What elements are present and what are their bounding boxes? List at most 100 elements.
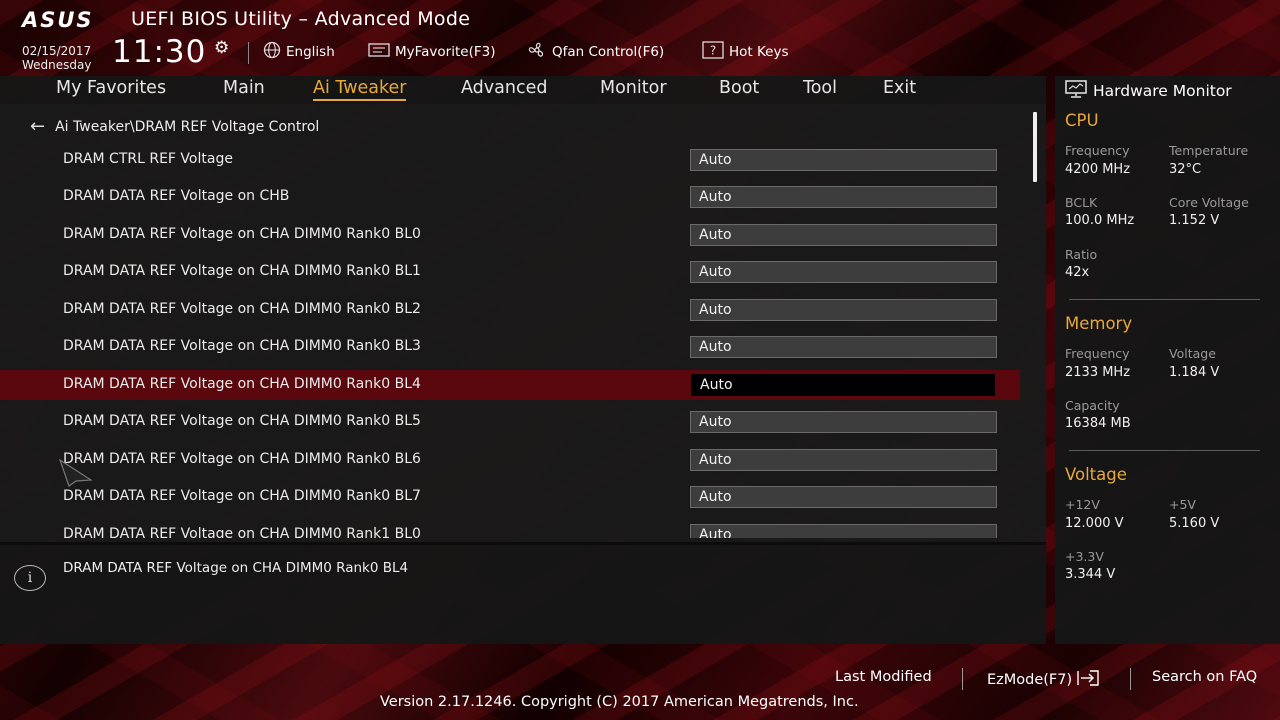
cpu-divider (1069, 299, 1260, 300)
back-arrow-icon[interactable]: ← (30, 116, 45, 137)
setting-label: DRAM DATA REF Voltage on CHA DIMM0 Rank0… (63, 413, 421, 429)
qfan-label: Qfan Control(F6) (552, 44, 665, 60)
hardware-monitor-panel: Hardware Monitor CPU Frequency Temperatu… (1055, 76, 1280, 644)
setting-label: DRAM DATA REF Voltage on CHA DIMM0 Rank1… (63, 526, 421, 538)
cpu-heading: CPU (1065, 111, 1099, 130)
setting-label: DRAM DATA REF Voltage on CHB (63, 188, 290, 204)
last-modified-label: Last Modified (835, 669, 932, 685)
cpu-temperature-value: 32°C (1169, 162, 1202, 177)
date-display: 02/15/2017 Wednesday (22, 44, 91, 72)
breadcrumb: ← Ai Tweaker\DRAM REF Voltage Control (30, 116, 319, 137)
setting-value-field[interactable]: Auto (690, 299, 997, 321)
footer-divider (1130, 668, 1131, 690)
settings-panel: ← Ai Tweaker\DRAM REF Voltage Control DR… (0, 104, 1046, 542)
setting-row-cha-rank0-bl1[interactable]: DRAM DATA REF Voltage on CHA DIMM0 Rank0… (0, 257, 1020, 287)
tab-my-favorites[interactable]: My Favorites (56, 78, 166, 98)
v12-label: +12V (1065, 497, 1100, 512)
memory-capacity-value: 16384 MB (1065, 416, 1131, 431)
setting-value-field[interactable]: Auto (690, 411, 997, 433)
hotkeys-button[interactable]: ? Hot Keys (702, 41, 789, 62)
hotkeys-label: Hot Keys (729, 44, 789, 60)
ezmode-button[interactable]: EzMode(F7) (987, 669, 1102, 691)
setting-row-cha-rank0-bl5[interactable]: DRAM DATA REF Voltage on CHA DIMM0 Rank0… (0, 407, 1020, 437)
hardware-monitor-title-text: Hardware Monitor (1093, 82, 1232, 100)
header-divider (248, 42, 249, 64)
setting-value-field[interactable]: Auto (690, 336, 997, 358)
setting-value-field[interactable]: Auto (690, 261, 997, 283)
qfan-control-button[interactable]: Qfan Control(F6) (527, 42, 664, 62)
help-panel: i DRAM DATA REF Voltage on CHA DIMM0 Ran… (0, 542, 1046, 644)
search-faq-button[interactable]: Search on FAQ (1152, 669, 1257, 685)
memory-divider (1069, 450, 1260, 451)
cpu-temperature-label: Temperature (1169, 143, 1249, 158)
main-menu-bar: My Favorites Main Ai Tweaker Advanced Mo… (0, 76, 1046, 104)
setting-value-field[interactable]: Auto (690, 186, 997, 208)
setting-label: DRAM CTRL REF Voltage (63, 151, 233, 167)
tab-ai-tweaker[interactable]: Ai Tweaker (313, 78, 407, 101)
memory-frequency-value: 2133 MHz (1065, 365, 1131, 380)
setting-row-cha-rank0-bl6[interactable]: DRAM DATA REF Voltage on CHA DIMM0 Rank0… (0, 445, 1020, 475)
settings-list: DRAM CTRL REF Voltage Auto DRAM DATA REF… (0, 142, 1022, 538)
setting-row-cha-rank1-bl0[interactable]: DRAM DATA REF Voltage on CHA DIMM0 Rank1… (0, 520, 1020, 538)
v33-label: +3.3V (1065, 549, 1104, 564)
gear-icon[interactable]: ⚙ (214, 38, 229, 58)
setting-label: DRAM DATA REF Voltage on CHA DIMM0 Rank0… (63, 451, 421, 467)
setting-value-field[interactable]: Auto (690, 224, 997, 246)
tab-main[interactable]: Main (223, 78, 265, 98)
tab-advanced[interactable]: Advanced (461, 78, 547, 98)
breadcrumb-path: Ai Tweaker\DRAM REF Voltage Control (55, 118, 320, 135)
cpu-frequency-label: Frequency (1065, 143, 1130, 158)
language-label: English (286, 44, 335, 60)
ratio-value: 42x (1065, 265, 1090, 280)
help-description: DRAM DATA REF Voltage on CHA DIMM0 Rank0… (63, 560, 409, 576)
last-modified-button[interactable]: Last Modified (835, 669, 932, 685)
tab-monitor[interactable]: Monitor (600, 78, 667, 98)
ezmode-label: EzMode(F7) (987, 672, 1073, 688)
language-button[interactable]: English (263, 41, 335, 63)
memory-voltage-value: 1.184 V (1169, 365, 1220, 380)
setting-value-field[interactable]: Auto (690, 449, 997, 471)
monitor-icon (1065, 80, 1087, 102)
tab-tool[interactable]: Tool (803, 78, 837, 98)
setting-value-field[interactable]: Auto (690, 149, 997, 171)
clock[interactable]: 11:30 (112, 34, 206, 70)
footer-divider (962, 668, 963, 690)
setting-row-cha-rank0-bl2[interactable]: DRAM DATA REF Voltage on CHA DIMM0 Rank0… (0, 295, 1020, 325)
memory-heading: Memory (1065, 314, 1133, 333)
setting-label: DRAM DATA REF Voltage on CHA DIMM0 Rank0… (63, 338, 421, 354)
footer: Last Modified EzMode(F7) Search on FAQ V… (0, 644, 1280, 720)
header: ASUS UEFI BIOS Utility – Advanced Mode 0… (0, 0, 1280, 76)
setting-row-cha-rank0-bl7[interactable]: DRAM DATA REF Voltage on CHA DIMM0 Rank0… (0, 482, 1020, 512)
setting-value-field[interactable]: Auto (690, 486, 997, 508)
v5-label: +5V (1169, 497, 1196, 512)
date-text: 02/15/2017 (22, 44, 92, 58)
favorite-icon (368, 42, 390, 62)
info-icon: i (14, 565, 46, 591)
setting-row-dram-data-ref-chb[interactable]: DRAM DATA REF Voltage on CHB Auto (0, 182, 1020, 212)
hardware-monitor-title: Hardware Monitor (1065, 80, 1232, 102)
setting-row-dram-ctrl-ref[interactable]: DRAM CTRL REF Voltage Auto (0, 145, 1020, 175)
search-faq-label: Search on FAQ (1152, 669, 1258, 685)
day-text: Wednesday (22, 58, 92, 72)
tab-exit[interactable]: Exit (883, 78, 916, 98)
setting-row-cha-rank0-bl4-selected[interactable]: DRAM DATA REF Voltage on CHA DIMM0 Rank0… (0, 370, 1020, 400)
setting-label: DRAM DATA REF Voltage on CHA DIMM0 Rank0… (63, 376, 421, 392)
version-text: Version 2.17.1246. Copyright (C) 2017 Am… (380, 694, 859, 710)
myfavorite-label: MyFavorite(F3) (395, 44, 496, 60)
setting-label: DRAM DATA REF Voltage on CHA DIMM0 Rank0… (63, 488, 421, 504)
setting-value-field[interactable]: Auto (691, 374, 995, 396)
core-voltage-value: 1.152 V (1169, 213, 1220, 228)
setting-row-cha-rank0-bl0[interactable]: DRAM DATA REF Voltage on CHA DIMM0 Rank0… (0, 220, 1020, 250)
fan-icon (527, 41, 547, 63)
tab-boot[interactable]: Boot (719, 78, 759, 98)
v12-value: 12.000 V (1065, 516, 1124, 531)
memory-voltage-label: Voltage (1169, 346, 1216, 361)
globe-icon (263, 41, 281, 63)
scrollbar-thumb[interactable] (1033, 112, 1037, 182)
setting-value-field[interactable]: Auto (690, 524, 997, 538)
setting-label: DRAM DATA REF Voltage on CHA DIMM0 Rank0… (63, 226, 421, 242)
v5-value: 5.160 V (1169, 516, 1220, 531)
setting-row-cha-rank0-bl3[interactable]: DRAM DATA REF Voltage on CHA DIMM0 Rank0… (0, 332, 1020, 362)
cpu-frequency-value: 4200 MHz (1065, 162, 1131, 177)
myfavorite-button[interactable]: MyFavorite(F3) (368, 42, 495, 62)
